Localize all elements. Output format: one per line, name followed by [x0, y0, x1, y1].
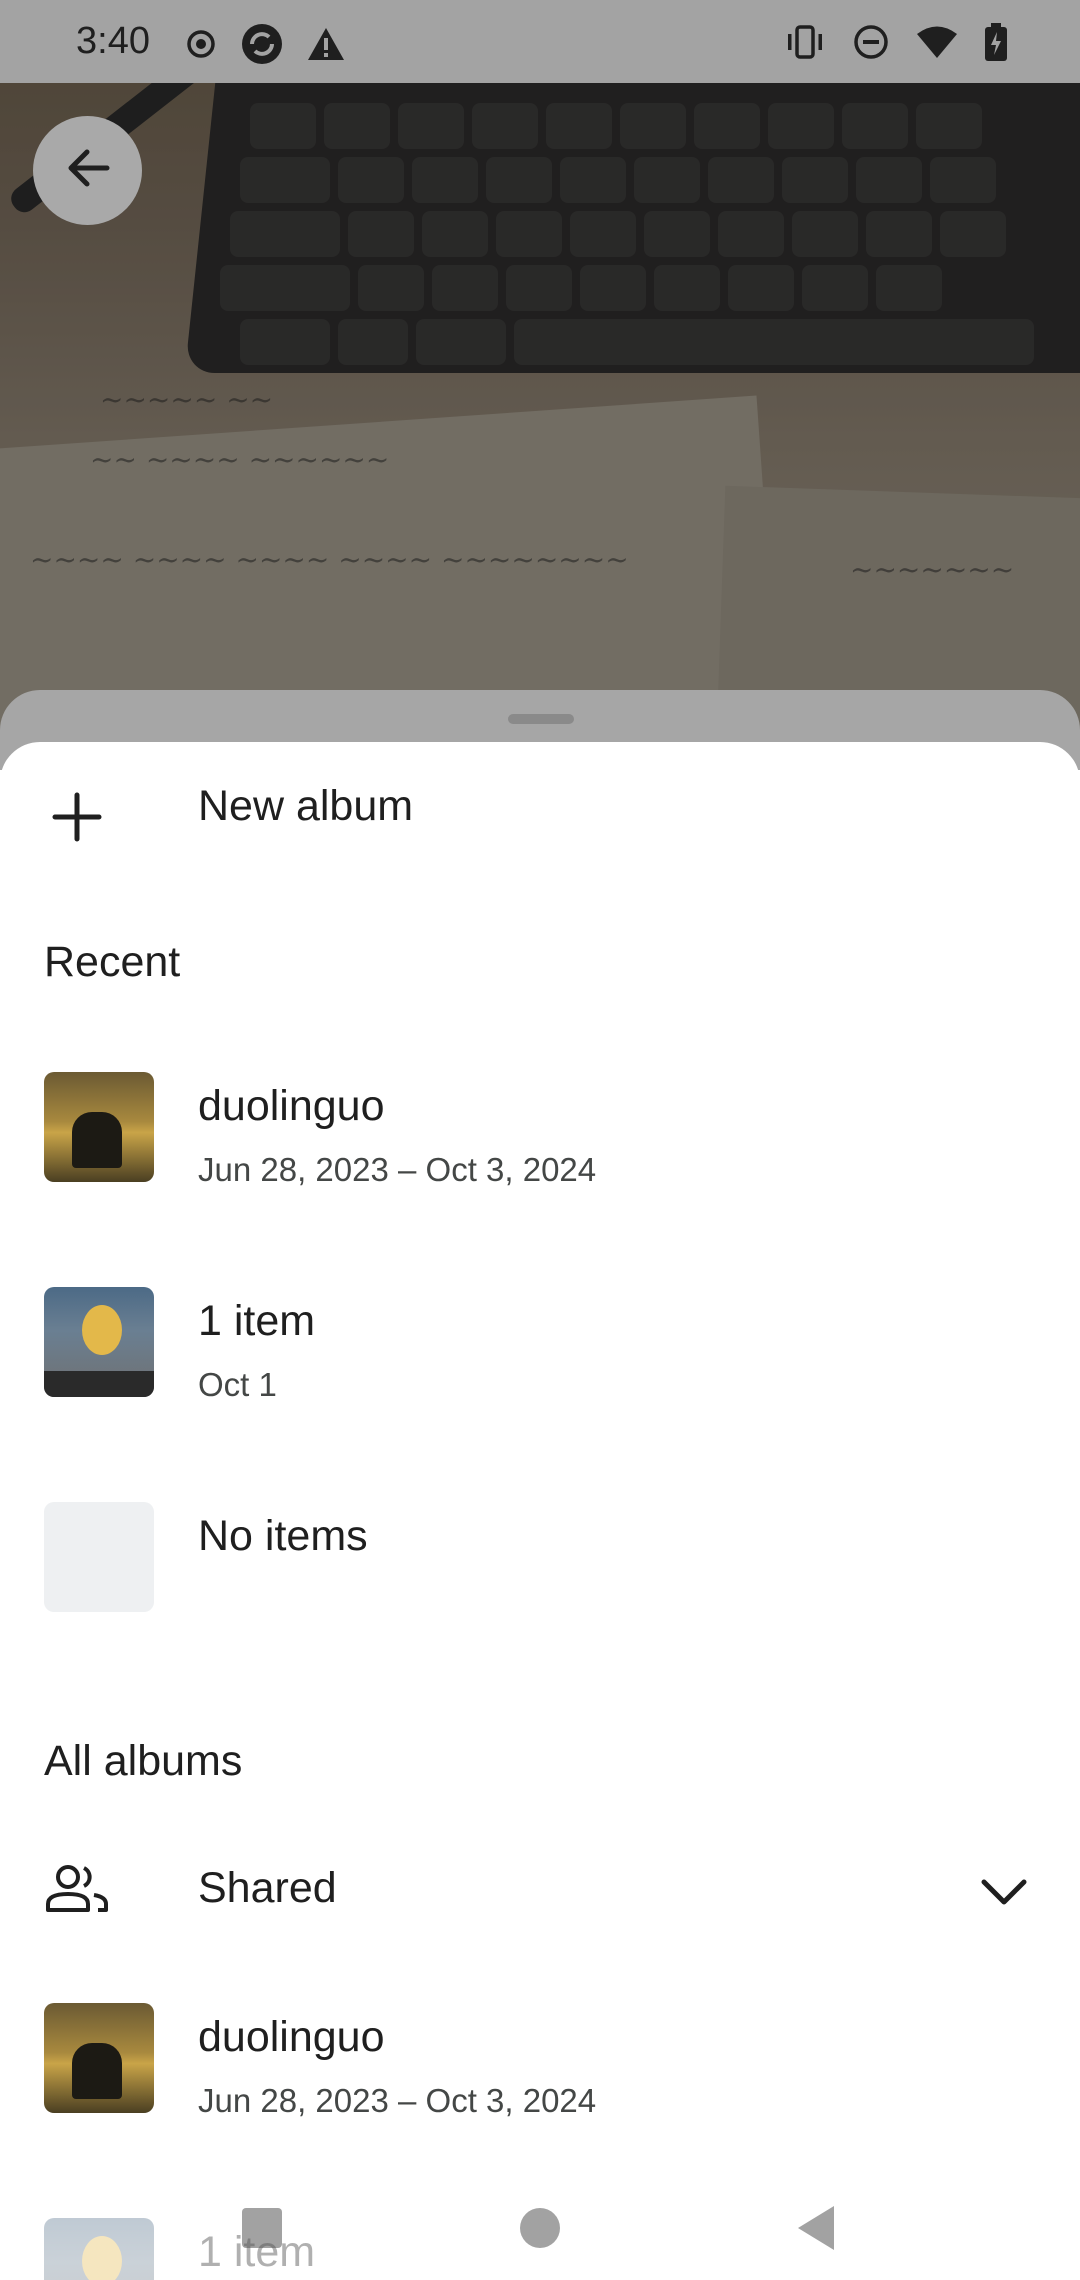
warning-icon	[306, 26, 346, 62]
album-date-range: Jun 28, 2023 – Oct 3, 2024	[198, 1151, 597, 1188]
album-picker-sheet: New album Recent duolinguo Jun 28, 2023 …	[0, 742, 1080, 2280]
system-nav-bar	[0, 2170, 1080, 2280]
album-row[interactable]: duolinguo Jun 28, 2023 – Oct 3, 2024	[0, 1973, 1080, 2173]
recent-section-title: Recent	[44, 938, 181, 986]
status-bar: 3:40	[0, 0, 1080, 83]
status-time: 3:40	[76, 20, 150, 62]
album-row[interactable]: 1 item Oct 1	[0, 1257, 1080, 1457]
back-button[interactable]	[33, 116, 142, 225]
chevron-down-icon[interactable]	[978, 1866, 1030, 1923]
drag-handle[interactable]	[508, 714, 574, 724]
album-row[interactable]: duolinguo Jun 28, 2023 – Oct 3, 2024	[0, 1042, 1080, 1242]
home-circle-icon[interactable]	[500, 2188, 580, 2268]
album-thumbnail	[44, 2003, 154, 2113]
vibrate-icon	[784, 24, 826, 60]
status-icons-left	[184, 22, 346, 66]
album-title: duolinguo	[198, 1082, 385, 1130]
shared-albums-row[interactable]: Shared	[0, 1822, 1080, 1956]
new-album-label: New album	[198, 782, 414, 830]
status-icons-right	[784, 22, 1008, 62]
record-icon	[184, 27, 218, 61]
album-thumbnail	[44, 1287, 154, 1397]
album-title: 1 item	[198, 1297, 316, 1345]
background-photo: ~~~~~ ~~ ~~ ~~~~ ~~~~~~ ~~~~ ~~~~ ~~~~ ~…	[0, 83, 1080, 743]
album-date-range: Oct 1	[198, 1366, 277, 1403]
screen: 3:40 ~~~~~ ~~ ~~ ~~~~ ~~~~~~ ~~~~ ~~~~ ~…	[0, 0, 1080, 2280]
sync-icon	[240, 22, 284, 66]
back-triangle-icon[interactable]	[776, 2188, 856, 2268]
wifi-icon	[916, 25, 958, 59]
album-row[interactable]: No items	[0, 1472, 1080, 1672]
album-title: duolinguo	[198, 2013, 385, 2061]
all-albums-section-title: All albums	[44, 1737, 243, 1785]
shared-label: Shared	[198, 1864, 337, 1912]
album-thumbnail	[44, 1072, 154, 1182]
album-thumbnail	[44, 1502, 154, 1612]
people-icon	[44, 1862, 110, 1916]
album-date-range: Jun 28, 2023 – Oct 3, 2024	[198, 2082, 597, 2119]
do-not-disturb-icon	[852, 23, 890, 61]
arrow-back-icon	[63, 143, 113, 198]
new-album-row[interactable]: New album	[0, 742, 1080, 874]
battery-charging-icon	[984, 22, 1008, 62]
photo-scrim	[0, 83, 1080, 743]
plus-icon	[44, 784, 110, 850]
album-title: No items	[198, 1512, 368, 1560]
recents-square-icon[interactable]	[222, 2188, 302, 2268]
